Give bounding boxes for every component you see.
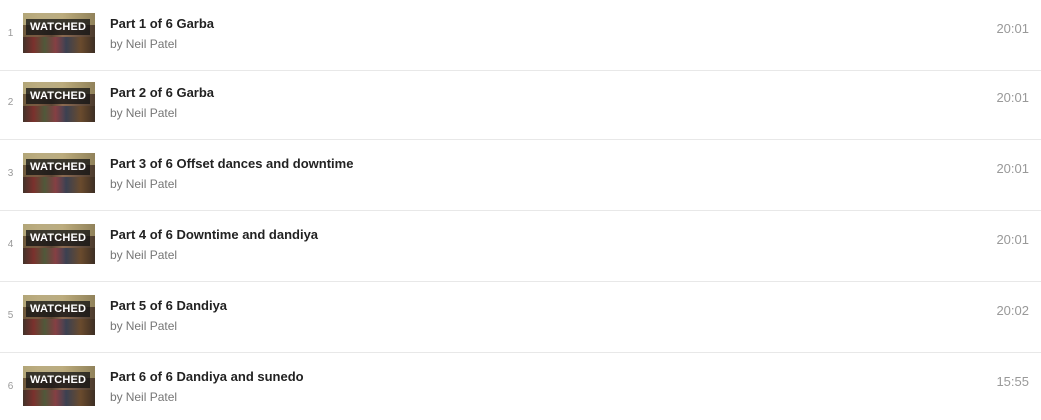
watched-badge: WATCHED	[26, 230, 91, 246]
video-thumbnail[interactable]: WATCHED	[23, 13, 95, 53]
video-byline: by Neil Patel	[110, 319, 177, 333]
item-index: 1	[7, 28, 14, 39]
item-index: 2	[7, 97, 14, 108]
playlist-item[interactable]: 4 WATCHED Part 4 of 6 Downtime and dandi…	[0, 211, 1041, 282]
playlist-item[interactable]: 5 WATCHED Part 5 of 6 Dandiya by Neil Pat…	[0, 282, 1041, 353]
item-index: 4	[7, 239, 14, 250]
video-duration: 20:01	[996, 21, 1029, 36]
byline-prefix: by	[110, 106, 123, 120]
video-byline: by Neil Patel	[110, 248, 177, 262]
video-title[interactable]: Part 3 of 6 Offset dances and downtime	[110, 156, 353, 171]
watched-badge: WATCHED	[26, 19, 91, 35]
video-thumbnail[interactable]: WATCHED	[23, 366, 95, 406]
video-author[interactable]: Neil Patel	[126, 390, 177, 404]
byline-prefix: by	[110, 319, 123, 333]
video-title[interactable]: Part 6 of 6 Dandiya and sunedo	[110, 369, 304, 384]
byline-prefix: by	[110, 177, 123, 191]
video-duration: 20:02	[996, 303, 1029, 318]
video-thumbnail[interactable]: WATCHED	[23, 153, 95, 193]
thumbnail-image-bottom	[23, 248, 95, 264]
video-author[interactable]: Neil Patel	[126, 248, 177, 262]
video-byline: by Neil Patel	[110, 37, 177, 51]
thumbnail-image-bottom	[23, 37, 95, 53]
watched-badge: WATCHED	[26, 372, 91, 388]
thumbnail-image-bottom	[23, 177, 95, 193]
video-title[interactable]: Part 1 of 6 Garba	[110, 16, 214, 31]
watched-badge: WATCHED	[26, 159, 91, 175]
video-byline: by Neil Patel	[110, 177, 177, 191]
item-index: 3	[7, 168, 14, 179]
byline-prefix: by	[110, 37, 123, 51]
video-author[interactable]: Neil Patel	[126, 37, 177, 51]
video-duration: 20:01	[996, 90, 1029, 105]
byline-prefix: by	[110, 248, 123, 262]
video-thumbnail[interactable]: WATCHED	[23, 82, 95, 122]
watched-badge: WATCHED	[26, 301, 91, 317]
video-title[interactable]: Part 4 of 6 Downtime and dandiya	[110, 227, 318, 242]
playlist-item[interactable]: 3 WATCHED Part 3 of 6 Offset dances and …	[0, 140, 1041, 211]
item-index: 6	[7, 381, 14, 392]
item-index: 5	[7, 310, 14, 321]
thumbnail-image-bottom	[23, 390, 95, 406]
video-duration: 20:01	[996, 232, 1029, 247]
video-title[interactable]: Part 5 of 6 Dandiya	[110, 298, 227, 313]
video-author[interactable]: Neil Patel	[126, 319, 177, 333]
video-thumbnail[interactable]: WATCHED	[23, 295, 95, 335]
video-byline: by Neil Patel	[110, 106, 177, 120]
thumbnail-image-bottom	[23, 106, 95, 122]
video-byline: by Neil Patel	[110, 390, 177, 404]
video-duration: 15:55	[996, 374, 1029, 389]
playlist-item[interactable]: 1 WATCHED Part 1 of 6 Garba by Neil Patel…	[0, 0, 1041, 71]
byline-prefix: by	[110, 390, 123, 404]
playlist: 1 WATCHED Part 1 of 6 Garba by Neil Patel…	[0, 0, 1041, 420]
thumbnail-image-bottom	[23, 319, 95, 335]
video-author[interactable]: Neil Patel	[126, 106, 177, 120]
watched-badge: WATCHED	[26, 88, 91, 104]
playlist-item[interactable]: 6 WATCHED Part 6 of 6 Dandiya and sunedo…	[0, 353, 1041, 420]
playlist-item[interactable]: 2 WATCHED Part 2 of 6 Garba by Neil Patel…	[0, 69, 1041, 140]
video-author[interactable]: Neil Patel	[126, 177, 177, 191]
video-duration: 20:01	[996, 161, 1029, 176]
video-title[interactable]: Part 2 of 6 Garba	[110, 85, 214, 100]
video-thumbnail[interactable]: WATCHED	[23, 224, 95, 264]
